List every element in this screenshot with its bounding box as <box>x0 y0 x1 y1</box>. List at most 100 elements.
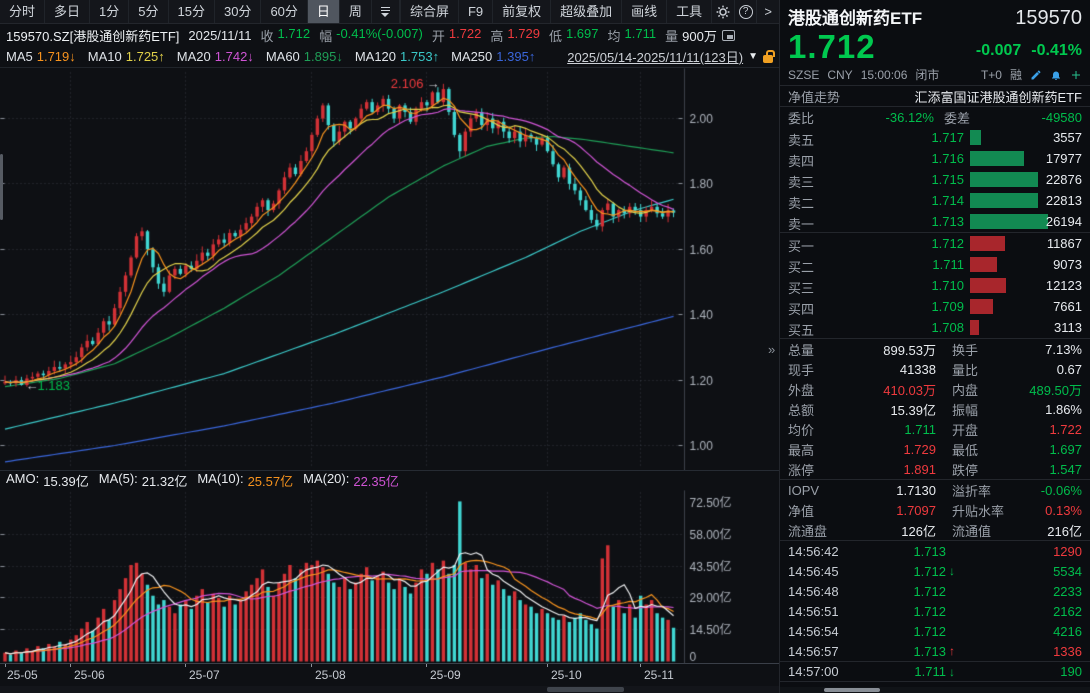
x-axis-strip: 25-0525-0625-0725-0825-0925-1025-11 <box>0 663 779 686</box>
period-tab-6[interactable]: 60分 <box>261 0 307 23</box>
buy-levels: 买一1.71211867买二1.7119073买三1.71012123买四1.7… <box>780 233 1090 338</box>
book-row-卖二[interactable]: 卖二1.71422813 <box>780 190 1090 211</box>
toolbar-item-0[interactable]: 综合屏 <box>400 0 458 23</box>
depth-bar <box>970 172 1038 187</box>
month-tick <box>426 664 427 667</box>
period-tab-5[interactable]: 30分 <box>215 0 261 23</box>
toolbar-item-3[interactable]: 超级叠加 <box>550 0 621 23</box>
depth-bar <box>970 130 981 145</box>
panel-scrollbar-thumb[interactable] <box>824 688 880 692</box>
add-watchlist-plus-icon[interactable] <box>1070 68 1082 82</box>
ma-legend-MA60: MA601.895↓ <box>266 49 343 64</box>
fund-row: 净值走势 汇添富国证港股通创新药ETF <box>780 86 1090 106</box>
ma-legend-items: MA51.719↓ MA101.725↑ MA201.742↓ MA601.895↓ M… <box>6 49 535 64</box>
tick-list: 14:56:421.713129014:56:451.712↓553414:56… <box>780 541 1090 693</box>
stat-row-涨停: 涨停1.891跌停1.547 <box>780 459 1090 479</box>
exchange-label: SZSE <box>788 68 819 82</box>
stat-row-均价: 均价1.711开盘1.722 <box>780 419 1090 439</box>
date-range-text[interactable]: 2025/05/14-2025/11/11(123日) <box>567 47 743 66</box>
market-status: 闭市 <box>915 66 939 83</box>
stat-row-外盘: 外盘410.03万内盘489.50万 <box>780 379 1090 399</box>
stat-row-IOPV: IOPV1.7130溢折率-0.06% <box>780 480 1090 500</box>
vol-legend-MA20: MA(20):22.35亿 <box>303 471 399 490</box>
stat-row-流通盘: 流通盘126亿流通值216亿 <box>780 520 1090 540</box>
nav-trend-link[interactable]: 净值走势 <box>788 87 840 106</box>
quote-field-幅: 幅-0.41%(-0.007) <box>319 26 423 45</box>
symbol-label: 159570.SZ[港股通创新药ETF] <box>6 26 179 45</box>
quote-field-量: 量900万 <box>665 26 717 45</box>
panel-collapse-chevron-icon[interactable]: » <box>768 342 775 357</box>
volume-legend-row: AMO:15.39亿MA(5):21.32亿MA(10):25.57亿MA(20… <box>0 470 779 490</box>
help-icon[interactable]: ? <box>734 0 757 23</box>
scrollbar-thumb[interactable] <box>547 687 624 692</box>
period-tab-4[interactable]: 15分 <box>169 0 215 23</box>
ma-legend-MA5: MA51.719↓ <box>6 49 76 64</box>
month-label-25-11: 25-11 <box>644 668 674 682</box>
month-tick <box>5 664 6 667</box>
month-label-25-10: 25-10 <box>551 668 582 682</box>
unlock-icon[interactable] <box>763 55 773 63</box>
book-row-卖五[interactable]: 卖五1.7173557 <box>780 127 1090 148</box>
change-percent: -0.41% <box>1031 42 1082 60</box>
period-tab-7[interactable]: 日 <box>308 0 340 23</box>
ma-legend-MA20: MA201.742↓ <box>177 49 254 64</box>
mini-window-icon[interactable] <box>722 30 735 41</box>
quote-field-高: 高1.729 <box>490 26 540 45</box>
book-row-买三[interactable]: 买三1.71012123 <box>780 275 1090 296</box>
volume-chart-canvas[interactable] <box>0 490 779 663</box>
toolbar-item-4[interactable]: 画线 <box>621 0 666 23</box>
price-change: -0.007 -0.41% <box>976 42 1082 63</box>
settings-gear-icon[interactable] <box>711 0 734 23</box>
quote-fields: 收1.712幅-0.41%(-0.007)开1.722高1.729低1.697均… <box>261 26 717 45</box>
more-periods-dropdown-icon[interactable] <box>372 0 400 23</box>
date-range-dropdown-icon[interactable]: ▼ <box>748 51 758 62</box>
period-tabs: 分时多日1分5分15分30分60分日周 <box>0 0 372 23</box>
month-label-25-06: 25-06 <box>74 668 105 682</box>
period-tab-1[interactable]: 多日 <box>45 0 90 23</box>
book-row-买二[interactable]: 买二1.7119073 <box>780 254 1090 275</box>
book-row-卖一[interactable]: 卖一1.71326194 <box>780 211 1090 232</box>
ma-legend-MA10: MA101.725↑ <box>88 49 165 64</box>
toolbar-item-2[interactable]: 前复权 <box>492 0 550 23</box>
depth-bar <box>970 151 1024 166</box>
left-scroll-indicator[interactable] <box>0 154 3 220</box>
chart-horizontal-scrollbar[interactable] <box>0 686 779 693</box>
period-tab-2[interactable]: 1分 <box>90 0 129 23</box>
tick-row-14:57:00: 14:57:001.711↓190 <box>780 661 1090 681</box>
period-tab-0[interactable]: 分时 <box>0 0 45 23</box>
book-row-卖四[interactable]: 卖四1.71617977 <box>780 148 1090 169</box>
quote-time: 15:00:06 <box>861 68 908 82</box>
tick-row-14:56:54: 14:56:541.7124216 <box>780 621 1090 641</box>
stats-block-2: IOPV1.7130溢折率-0.06%净值1.7097升贴水率0.13%流通盘1… <box>780 480 1090 540</box>
toolbar-expand-chevron-icon[interactable]: > <box>756 0 779 23</box>
vol-legend-MA5: MA(5):21.32亿 <box>99 471 188 490</box>
period-tab-8[interactable]: 周 <box>340 0 372 23</box>
toolbar-item-1[interactable]: F9 <box>458 0 492 23</box>
book-row-买一[interactable]: 买一1.71211867 <box>780 233 1090 254</box>
book-row-买五[interactable]: 买五1.7083113 <box>780 317 1090 338</box>
currency-label: CNY <box>827 68 852 82</box>
month-tick <box>185 664 186 667</box>
period-tab-3[interactable]: 5分 <box>129 0 168 23</box>
stat-row-总量: 总量899.53万换手7.13% <box>780 339 1090 359</box>
main-chart-pane <box>0 68 779 470</box>
vol-legend-AMO: AMO:15.39亿 <box>6 471 89 490</box>
month-tick <box>311 664 312 667</box>
panel-scrollbar[interactable] <box>780 687 1090 693</box>
book-row-买四[interactable]: 买四1.7097661 <box>780 296 1090 317</box>
last-price: 1.712 <box>788 30 876 63</box>
month-tick <box>547 664 548 667</box>
tick-row-14:56:42: 14:56:421.7131290 <box>780 541 1090 561</box>
weicha-label: 委差 <box>944 108 970 127</box>
main-chart-canvas[interactable] <box>0 68 779 470</box>
alert-bell-icon[interactable] <box>1050 68 1062 82</box>
book-row-卖三[interactable]: 卖三1.71522876 <box>780 169 1090 190</box>
toolbar-item-5[interactable]: 工具 <box>666 0 711 23</box>
ma-legend-MA120: MA1201.753↑ <box>355 49 439 64</box>
depth-bar <box>970 214 1048 229</box>
edit-pencil-icon[interactable] <box>1030 68 1042 82</box>
depth-bar <box>970 299 993 314</box>
date-range-control[interactable]: 2025/05/14-2025/11/11(123日) ▼ <box>567 47 773 66</box>
month-label-25-05: 25-05 <box>7 668 38 682</box>
stats-block-1: 总量899.53万换手7.13%现手41338量比0.67外盘410.03万内盘… <box>780 339 1090 479</box>
